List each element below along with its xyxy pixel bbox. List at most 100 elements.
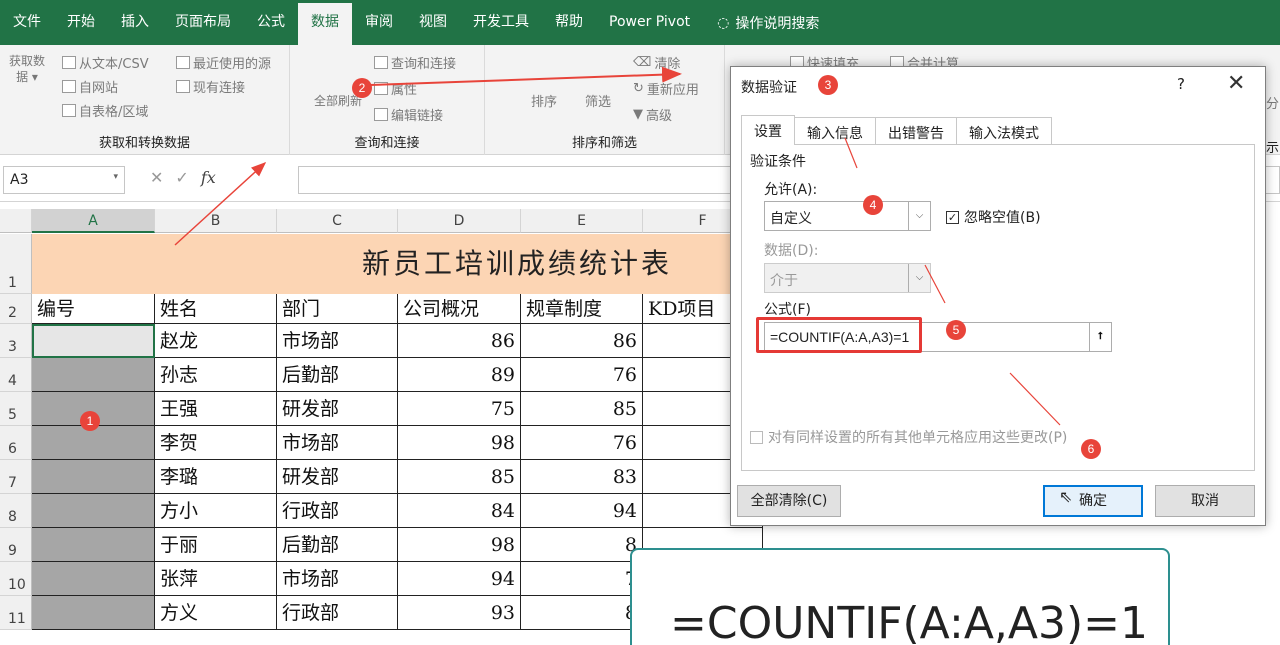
data-cell[interactable]: 93 <box>398 596 521 630</box>
tab-developer[interactable]: 开发工具 <box>460 0 542 45</box>
id-cell[interactable] <box>32 596 155 630</box>
apply-all-checkbox[interactable]: 对有同样设置的所有其他单元格应用这些更改(P) <box>750 427 1067 447</box>
ignore-blank-checkbox[interactable]: ✓ 忽略空值(B) <box>946 207 1041 227</box>
ok-button[interactable]: 确定 <box>1043 485 1143 517</box>
data-cell[interactable]: 98 <box>398 426 521 460</box>
data-cell[interactable]: 后勤部 <box>277 528 398 562</box>
data-cell[interactable]: 方义 <box>155 596 277 630</box>
data-cell[interactable]: 94 <box>398 562 521 596</box>
tab-error-alert[interactable]: 出错警告 <box>875 117 957 145</box>
tab-insert[interactable]: 插入 <box>108 0 162 45</box>
filter-button[interactable]: 筛选 <box>585 91 611 110</box>
enter-icon[interactable]: ✓ <box>175 168 200 187</box>
sort-button[interactable]: 排序 <box>531 91 557 110</box>
row-header[interactable]: 11 <box>0 596 32 630</box>
close-icon[interactable]: ✕ <box>1227 71 1245 96</box>
row-header[interactable]: 3 <box>0 324 32 358</box>
tab-page-layout[interactable]: 页面布局 <box>162 0 244 45</box>
from-web-button[interactable]: 自网站 <box>62 77 118 96</box>
from-table-button[interactable]: 自表格/区域 <box>62 101 148 120</box>
data-cell[interactable]: 89 <box>398 358 521 392</box>
tab-home[interactable]: 开始 <box>54 0 108 45</box>
row-header[interactable]: 8 <box>0 494 32 528</box>
tab-ime-mode[interactable]: 输入法模式 <box>956 117 1052 145</box>
row-header[interactable]: 10 <box>0 562 32 596</box>
tab-formulas[interactable]: 公式 <box>244 0 298 45</box>
name-box[interactable]: A3 ▾ <box>3 166 125 194</box>
id-cell[interactable] <box>32 460 155 494</box>
id-cell[interactable] <box>32 358 155 392</box>
tab-input-message[interactable]: 输入信息 <box>794 117 876 145</box>
row-header[interactable]: 7 <box>0 460 32 494</box>
tab-view[interactable]: 视图 <box>406 0 460 45</box>
data-cell[interactable]: 市场部 <box>277 562 398 596</box>
tab-review[interactable]: 审阅 <box>352 0 406 45</box>
data-cell[interactable]: 李璐 <box>155 460 277 494</box>
header-cell[interactable]: 规章制度 <box>521 294 643 324</box>
tab-data[interactable]: 数据 <box>298 0 352 45</box>
column-header-d[interactable]: D <box>398 209 521 233</box>
id-cell[interactable] <box>32 562 155 596</box>
clear-filter-button[interactable]: ⌫ 清除 <box>633 53 680 72</box>
cancel-icon[interactable]: ✕ <box>150 168 175 187</box>
data-cell[interactable]: 张萍 <box>155 562 277 596</box>
data-cell[interactable]: 83 <box>521 460 643 494</box>
data-cell[interactable]: 于丽 <box>155 528 277 562</box>
row-header[interactable]: 4 <box>0 358 32 392</box>
data-cell[interactable]: 王强 <box>155 392 277 426</box>
select-all-corner[interactable] <box>0 209 32 233</box>
data-cell[interactable]: 市场部 <box>277 324 398 358</box>
properties-button[interactable]: 属性 <box>374 79 417 98</box>
data-cell[interactable]: 86 <box>521 324 643 358</box>
data-cell[interactable]: 研发部 <box>277 392 398 426</box>
header-cell[interactable]: 部门 <box>277 294 398 324</box>
help-icon[interactable]: ? <box>1177 75 1185 93</box>
column-header-a[interactable]: A <box>32 209 155 233</box>
tab-power-pivot[interactable]: Power Pivot <box>596 0 703 45</box>
id-cell[interactable] <box>32 426 155 460</box>
header-cell[interactable]: 姓名 <box>155 294 277 324</box>
row-header[interactable]: 5 <box>0 392 32 426</box>
data-cell[interactable]: 李贺 <box>155 426 277 460</box>
id-cell[interactable] <box>32 528 155 562</box>
range-collapse-icon[interactable]: ⭡ <box>1089 323 1111 351</box>
header-cell[interactable]: 公司概况 <box>398 294 521 324</box>
data-select[interactable]: 介于 ⌵ <box>764 263 931 293</box>
data-cell[interactable]: 行政部 <box>277 596 398 630</box>
clear-all-button[interactable]: 全部清除(C) <box>737 485 841 517</box>
recent-sources-button[interactable]: 最近使用的源 <box>176 53 271 72</box>
data-cell[interactable]: 8 <box>521 528 643 562</box>
data-cell[interactable]: 85 <box>521 392 643 426</box>
data-cell[interactable]: 98 <box>398 528 521 562</box>
allow-select[interactable]: 自定义 ⌵ <box>764 201 931 231</box>
column-header-b[interactable]: B <box>155 209 277 233</box>
data-cell[interactable]: 赵龙 <box>155 324 277 358</box>
data-cell[interactable]: 方小 <box>155 494 277 528</box>
advanced-filter-button[interactable]: ▼ 高级 <box>633 105 672 124</box>
data-cell[interactable]: 行政部 <box>277 494 398 528</box>
fx-icon[interactable]: fx <box>201 168 216 187</box>
row-header[interactable]: 9 <box>0 528 32 562</box>
row-header[interactable]: 6 <box>0 426 32 460</box>
data-cell[interactable]: 研发部 <box>277 460 398 494</box>
data-cell[interactable]: 76 <box>521 358 643 392</box>
sheet-title[interactable]: 新员工培训成绩统计表 <box>32 234 732 294</box>
data-cell[interactable]: 76 <box>521 426 643 460</box>
tab-settings[interactable]: 设置 <box>741 115 795 145</box>
tab-file[interactable]: 文件 <box>0 0 54 45</box>
data-cell[interactable]: 孙志 <box>155 358 277 392</box>
existing-connections-button[interactable]: 现有连接 <box>176 77 245 96</box>
edit-links-button[interactable]: 编辑链接 <box>374 105 443 124</box>
header-cell[interactable]: 编号 <box>32 294 155 324</box>
column-header-e[interactable]: E <box>521 209 643 233</box>
id-cell[interactable] <box>32 494 155 528</box>
get-data-button[interactable]: 获取数 据 ▾ <box>6 53 48 85</box>
cancel-button[interactable]: 取消 <box>1155 485 1255 517</box>
tell-me-search[interactable]: ◌ 操作说明搜索 <box>703 13 819 33</box>
data-cell[interactable]: 市场部 <box>277 426 398 460</box>
column-header-c[interactable]: C <box>277 209 398 233</box>
data-cell[interactable]: 86 <box>398 324 521 358</box>
data-cell[interactable]: 8 <box>521 596 643 630</box>
queries-connections-button[interactable]: 查询和连接 <box>374 53 456 72</box>
tab-help[interactable]: 帮助 <box>542 0 596 45</box>
